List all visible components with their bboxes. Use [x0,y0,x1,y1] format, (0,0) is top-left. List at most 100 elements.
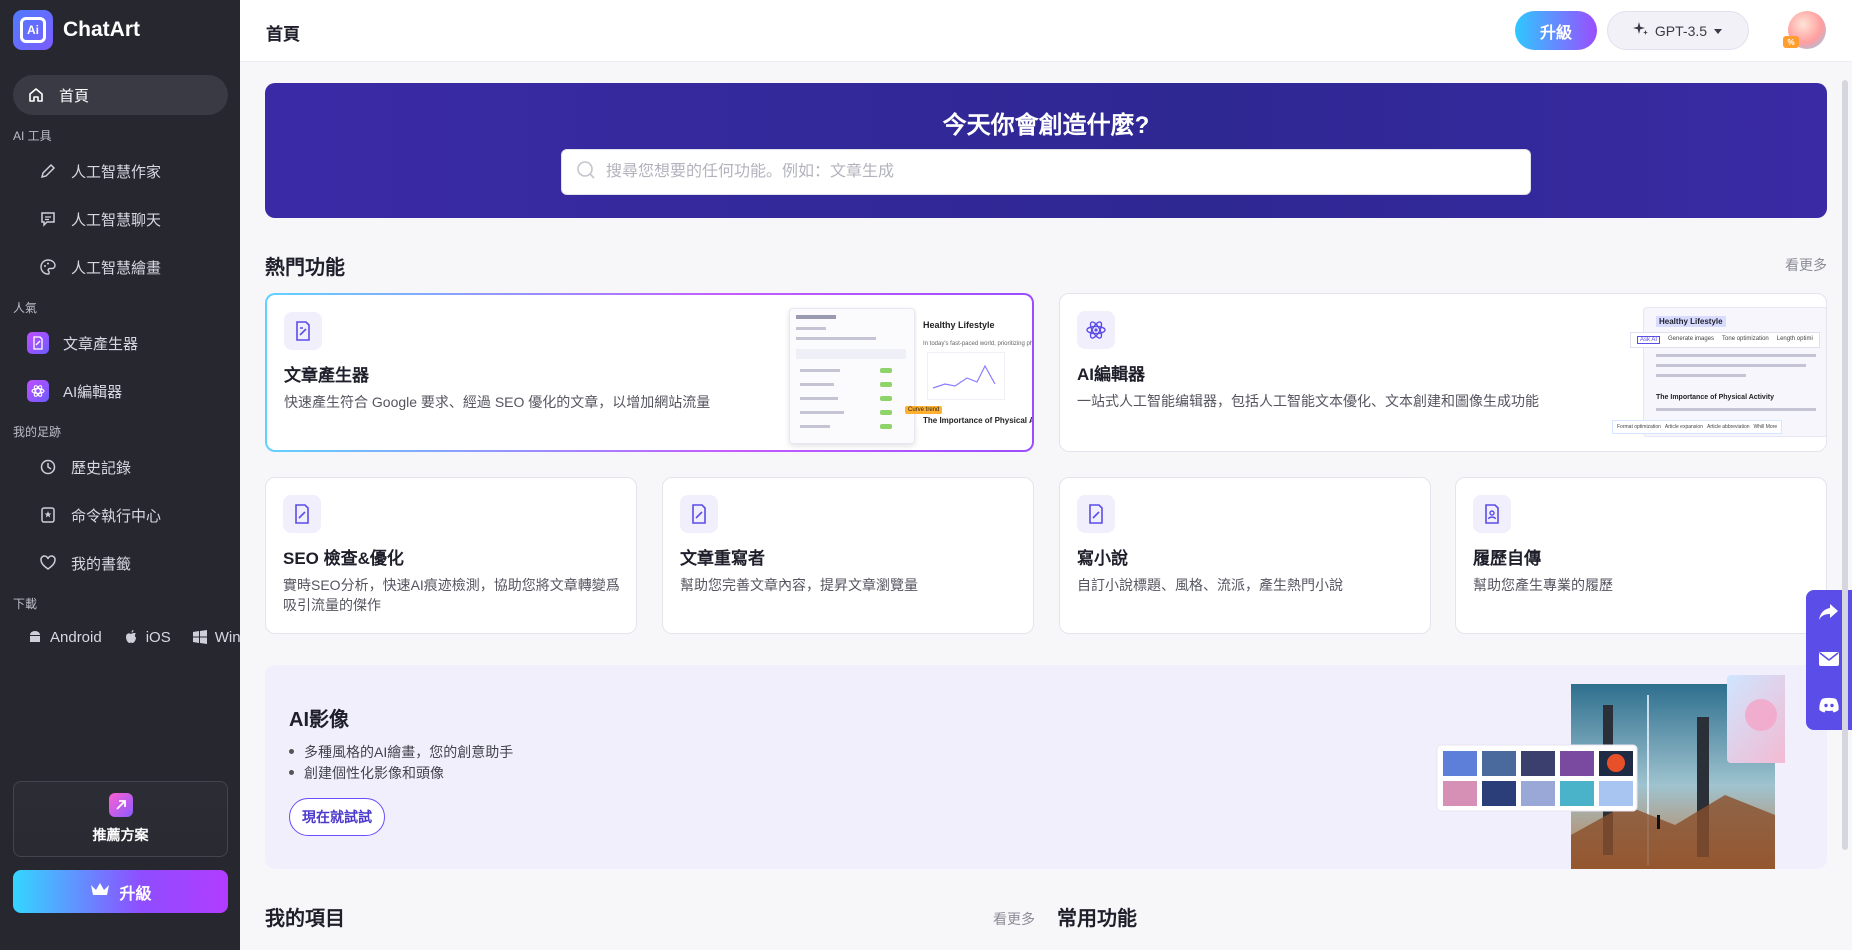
download-android[interactable]: Android [50,629,102,646]
share-icon[interactable] [1818,602,1840,627]
ai-image-title: AI影像 [289,709,349,731]
preview-subheading: The Importance of Physical Activity [1656,394,1774,401]
card-desc: 幫助您產生專業的履歷 [1473,577,1613,593]
sidebar-item-label: 人工智慧作家 [71,163,162,181]
preview-subheading: The Importance of Physical Activity [923,416,1032,425]
sidebar-item-label: 歷史記錄 [71,459,132,477]
search-input[interactable] [606,163,1486,181]
card-title: SEO 檢查&優化 [283,549,404,568]
preview-tab: Tone optimization [1722,336,1769,342]
feature-card-seo-check[interactable]: SEO 檢查&優化 實時SEO分析，快速AI痕迹檢測，協助您將文章轉變爲吸引流量… [265,477,637,634]
brand[interactable]: Ai ChatArt [13,10,140,50]
caret-down-icon [1713,23,1723,39]
projects-see-more-link[interactable]: 看更多 [993,909,1035,929]
preview-tab: Ask AI [1637,336,1661,344]
sidebar-item-history[interactable]: 歷史記錄 [13,447,228,487]
heart-icon [39,554,57,572]
sidebar-item-article-generator[interactable]: 文章產生器 [13,323,228,363]
windows-icon[interactable] [191,628,209,646]
search-box[interactable] [561,149,1531,195]
hot-features-title: 熱門功能 [265,257,345,279]
sidebar-item-home[interactable]: 首頁 [13,75,228,115]
preview-badge: Curve trend [905,406,943,414]
common-features-title: 常用功能 [1057,908,1137,930]
pen-icon [39,162,57,180]
download-row: Android iOS Win [26,628,241,646]
sidebar-item-ai-paint[interactable]: 人工智慧繪畫 [13,247,228,287]
ai-image-banner: AI影像 多種風格的AI繪畫，您的創意助手 創建個性化影像和頭像 現在就試試 [265,665,1827,869]
feature-card-ai-editor[interactable]: AI編輯器 一站式人工智能编辑器，包括人工智能文本優化、文本創建和圖像生成功能 … [1059,293,1827,452]
android-icon[interactable] [26,628,44,646]
preview-heading: Healthy Lifestyle [923,320,995,330]
palette-icon [39,258,57,276]
doc-edit-icon [680,495,718,533]
card-desc: 一站式人工智能编辑器，包括人工智能文本優化、文本創建和圖像生成功能 [1077,393,1539,409]
card-title: 文章產生器 [284,366,369,385]
brand-name: ChatArt [63,18,140,41]
sidebar-item-ai-writer[interactable]: 人工智慧作家 [13,151,228,191]
my-projects-title: 我的項目 [265,908,345,930]
recommended-plan-label: 推薦方案 [92,827,149,843]
sparkle-icon [1632,21,1649,40]
preview-body: In today's fast-paced world, prioritizin… [923,341,1034,347]
topbar: 首頁 升級 GPT-3.5 % [240,0,1852,62]
sidebar-item-bookmarks[interactable]: 我的書籤 [13,543,228,583]
feature-card-article-generator[interactable]: 文章產生器 快速產生符合 Google 要求、經過 SEO 優化的文章，以增加網… [265,293,1034,452]
brand-logo: Ai [13,10,53,50]
command-icon [39,506,57,524]
apple-icon[interactable] [122,628,140,646]
feature-card-write-novel[interactable]: 寫小說 自訂小說標題、風格、流派，產生熱門小說 [1059,477,1431,634]
hero-banner: 今天你會創造什麼? [265,83,1827,218]
try-now-button[interactable]: 現在就試試 [289,798,385,836]
ai-image-bullet: 創建個性化影像和頭像 [289,762,513,783]
sidebar-item-label: 人工智慧聊天 [71,211,162,229]
sidebar: Ai ChatArt 首頁 AI 工具 人工智慧作家 人工智慧聊天 人工智慧繪畫… [0,0,241,950]
preview-chip: Article expansion [1664,424,1703,430]
preview-chip: Article abbreviation [1706,424,1750,430]
sidebar-item-ai-editor[interactable]: AI編輯器 [13,371,228,411]
ai-image-bullet: 多種風格的AI繪畫，您的創意助手 [289,741,513,762]
card-desc: 幫助您完善文章內容，提昇文章瀏覽量 [680,577,918,593]
section-label-footprint: 我的足跡 [13,425,62,439]
card-title: 寫小說 [1077,549,1128,568]
preview-chip: Format optimization [1617,424,1661,430]
home-icon [27,86,45,104]
arrow-up-right-icon [108,793,133,817]
preview-heading: Healthy Lifestyle [1656,316,1726,327]
sidebar-upgrade-button[interactable]: 升級 [13,870,228,913]
top-upgrade-button[interactable]: 升級 [1515,11,1597,50]
atom-icon [27,380,49,402]
atom-icon [1077,311,1115,349]
sidebar-item-label: 我的書籤 [71,555,132,573]
recommended-plan-card[interactable]: 推薦方案 [13,781,228,857]
preview-chips: Format optimization Article expansion Ar… [1612,420,1783,434]
download-win[interactable]: Win [215,629,241,646]
resume-icon [1473,495,1511,533]
download-ios[interactable]: iOS [146,629,171,646]
hero-title: 今天你會創造什麼? [942,112,1150,139]
sidebar-item-label: 首頁 [59,87,90,105]
preview-tab: Length optimi [1776,336,1813,342]
doc-edit-icon [27,332,49,354]
preview-keyword-panel [789,308,915,444]
card-title: 文章重寫者 [680,549,765,568]
sidebar-item-label: AI編輯器 [63,383,123,401]
feature-card-article-rewriter[interactable]: 文章重寫者 幫助您完善文章內容，提昇文章瀏覽量 [662,477,1034,634]
card-desc: 自訂小說標題、風格、流派，產生熱門小說 [1077,577,1343,593]
section-label-ai-tools: AI 工具 [13,129,52,143]
mail-icon[interactable] [1818,650,1840,673]
discord-icon[interactable] [1818,696,1840,719]
chat-icon [39,210,57,228]
doc-edit-icon [1077,495,1115,533]
model-label: GPT-3.5 [1654,22,1708,39]
page-scrollbar[interactable] [1842,80,1848,850]
sidebar-item-label: 文章產生器 [63,335,139,353]
card-desc: 實時SEO分析，快速AI痕迹檢測，協助您將文章轉變爲吸引流量的傑作 [283,577,620,613]
hot-see-more-link[interactable]: 看更多 [1785,255,1827,275]
sidebar-item-ai-chat[interactable]: 人工智慧聊天 [13,199,228,239]
sidebar-item-command-center[interactable]: 命令執行中心 [13,495,228,535]
preview-editor: Healthy Lifestyle Ask AI Generate images… [1612,307,1826,437]
model-select[interactable]: GPT-3.5 [1607,11,1749,50]
feature-card-resume[interactable]: 履歷自傳 幫助您產生專業的履歷 [1455,477,1827,634]
ai-image-artwork [1436,675,1785,869]
